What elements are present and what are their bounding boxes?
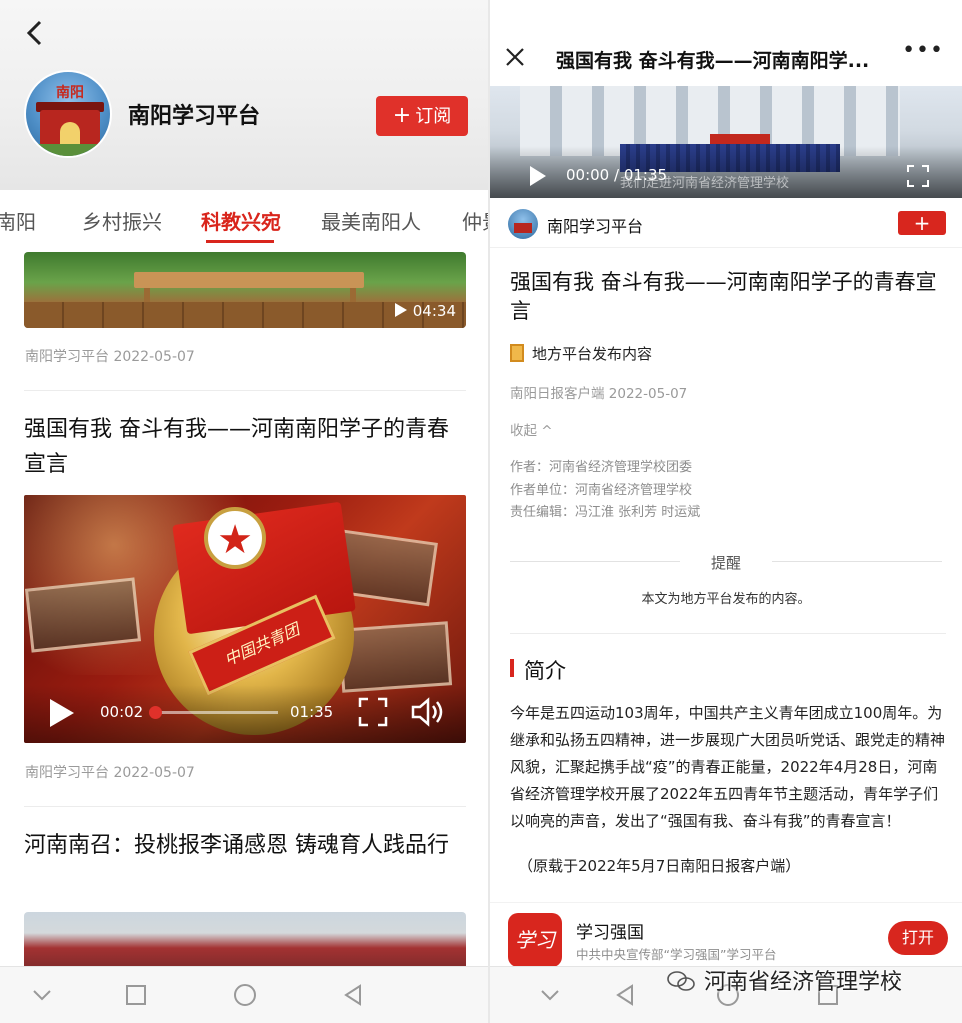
tab-best-nanyang-people[interactable]: 最美南阳人: [321, 206, 421, 235]
author-avatar[interactable]: [508, 209, 538, 239]
feed-separator: [24, 390, 466, 391]
notice-title: 提醒: [710, 554, 741, 572]
local-platform-badge: 地方平台发布内容: [510, 343, 652, 364]
avatar-gate-door: [60, 122, 80, 146]
avatar-gate: [514, 223, 532, 233]
article-page: 强国有我 奋斗有我——河南南阳学... ••• 00:00 / 01:35 我们…: [490, 0, 962, 1023]
volume-icon[interactable]: [410, 697, 444, 727]
thumb-table: [134, 272, 364, 288]
back-triangle-icon[interactable]: [340, 981, 368, 1009]
fullscreen-icon[interactable]: [906, 164, 930, 188]
channel-header: 南阳 南阳学习平台 + 订阅: [0, 0, 490, 190]
avatar-logo-text: 南阳: [56, 85, 84, 101]
collapse-toggle[interactable]: 收起 ^: [510, 419, 553, 439]
video-duration: 04:34: [394, 302, 456, 320]
channel-page: 南阳 南阳学习平台 +订阅 南阳 乡村振兴 科教兴宛 最美南阳人 仲景 04:3…: [0, 0, 490, 1023]
video-subtitle: 我们走进河南省经济管理学校: [620, 176, 790, 191]
more-icon[interactable]: •••: [902, 38, 944, 63]
close-icon[interactable]: [504, 46, 526, 68]
league-flag: [172, 501, 356, 635]
tab-rural-revitalization[interactable]: 乡村振兴: [82, 206, 162, 235]
duration-text: 04:34: [412, 302, 456, 320]
back-triangle-icon[interactable]: [612, 981, 640, 1009]
video-photo: [337, 621, 453, 693]
wechat-icon: [667, 971, 695, 991]
article-author: 作者：河南省经济管理学校团委: [510, 460, 693, 475]
feed-item-meta: 南阳学习平台 2022-05-07: [25, 349, 195, 365]
app-name: 学习强国: [576, 923, 644, 943]
fullscreen-icon[interactable]: [358, 697, 388, 727]
channel-avatar[interactable]: 南阳: [24, 70, 112, 158]
tab-science-education[interactable]: 科教兴宛: [201, 206, 281, 235]
badge-label: 地方平台发布内容: [532, 345, 653, 363]
chevron-left-icon: [26, 20, 42, 46]
article-author-unit: 作者单位：河南省经济管理学校: [510, 483, 693, 498]
play-icon: [394, 303, 407, 317]
play-icon[interactable]: [50, 699, 74, 727]
tab-nanyang[interactable]: 南阳: [0, 206, 36, 235]
progress-bar[interactable]: [148, 706, 278, 719]
page-title: 强国有我 奋斗有我——河南南阳学...: [556, 50, 870, 72]
video-photo: [24, 577, 142, 653]
chevron-down-icon[interactable]: [536, 981, 564, 1009]
subscribe-label: 订阅: [415, 106, 452, 127]
open-app-button[interactable]: 打开: [888, 921, 948, 955]
author-name[interactable]: 南阳学习平台: [547, 213, 643, 237]
home-icon[interactable]: [231, 981, 259, 1009]
article-thumbnail[interactable]: [24, 912, 466, 972]
intro-title: 简介: [524, 659, 566, 683]
current-time: 00:02: [100, 703, 144, 721]
progress-knob[interactable]: [148, 706, 162, 719]
video-player[interactable]: ★ 中国共青团 00:02 01:35: [24, 495, 466, 743]
play-icon[interactable]: [530, 166, 546, 186]
video-controls: 00:02 01:35: [24, 685, 466, 743]
section-separator: [510, 633, 946, 634]
feed-item-title[interactable]: 河南南召：投桃报李诵感恩 铸魂育人践品行: [24, 828, 466, 863]
channel-name: 南阳学习平台: [128, 104, 261, 129]
app-description: 中共中央宣传部“学习强国”学习平台: [576, 947, 777, 962]
intro-marker: [510, 659, 514, 677]
bookmark-icon: [510, 344, 524, 362]
active-tab-indicator: [206, 240, 274, 243]
app-logo: 学习: [508, 913, 562, 967]
author-bar: 南阳学习平台 +: [490, 200, 962, 248]
notice-line-right: [772, 561, 942, 562]
plus-icon: +: [392, 103, 412, 128]
back-button[interactable]: [20, 18, 50, 48]
star-icon: ★: [204, 507, 266, 569]
tab-zhongjing[interactable]: 仲景: [462, 206, 490, 235]
chevron-down-icon[interactable]: [28, 981, 56, 1009]
article-title: 强国有我 奋斗有我——河南南阳学子的青春宣言: [510, 270, 937, 323]
watermark-text: 河南省经济管理学校: [704, 970, 903, 995]
subscribe-button[interactable]: + 订阅: [376, 96, 468, 136]
article-editor: 责任编辑：冯江淮 张利芳 时运斌: [510, 505, 701, 520]
wechat-watermark: 河南省经济管理学校: [666, 964, 902, 996]
recents-icon[interactable]: [122, 981, 150, 1009]
article-top-bar: 强国有我 奋斗有我——河南南阳学... •••: [490, 34, 962, 86]
system-nav-bar: [0, 966, 490, 1023]
notice-body: 本文为地方平台发布的内容。: [641, 592, 811, 607]
avatar-ground: [26, 144, 110, 156]
video-thumbnail[interactable]: 04:34: [24, 252, 466, 328]
article-source-meta: 南阳日报客户端 2022-05-07: [510, 386, 688, 402]
feed-item-title[interactable]: 强国有我 奋斗有我——河南南阳学子的青春宣言: [24, 412, 466, 482]
category-tabs: 南阳 乡村振兴 科教兴宛 最美南阳人 仲景: [0, 192, 490, 246]
intro-source: （原载于2022年5月7日南阳日报客户端）: [518, 857, 801, 875]
follow-button[interactable]: +: [898, 211, 946, 235]
feed-item-meta: 南阳学习平台 2022-05-07: [25, 765, 195, 781]
video-player[interactable]: 00:00 / 01:35 我们走进河南省经济管理学校: [490, 86, 962, 198]
total-duration: 01:35: [290, 703, 334, 721]
feed-separator: [24, 806, 466, 807]
intro-body: 今年是五四运动103周年，中国共产主义青年团成立100周年。为继承和弘扬五四精神…: [510, 704, 946, 830]
